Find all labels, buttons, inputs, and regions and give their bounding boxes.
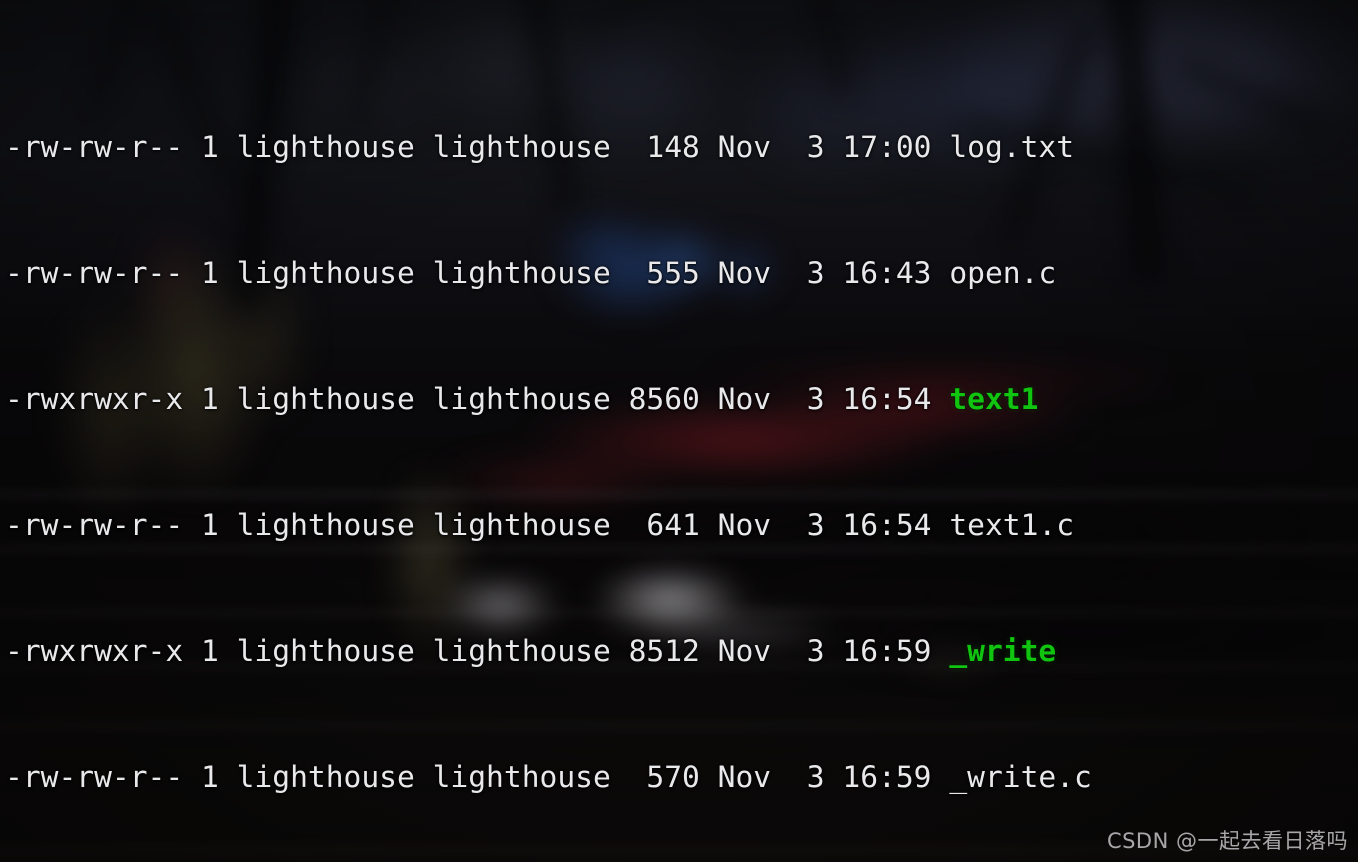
terminal-output-area[interactable]: -rw-rw-r-- 1 lighthouse lighthouse 148 N…	[0, 0, 1358, 862]
ls-row-meta: -rwxrwxr-x 1 lighthouse lighthouse 8560 …	[5, 382, 950, 416]
ls-row: -rw-rw-r-- 1 lighthouse lighthouse 570 N…	[5, 756, 1358, 798]
ls-row: -rwxrwxr-x 1 lighthouse lighthouse 8512 …	[5, 630, 1358, 672]
ls-row-meta: -rw-rw-r-- 1 lighthouse lighthouse 555 N…	[5, 256, 950, 290]
csdn-watermark: CSDN @一起去看日落吗	[1106, 829, 1348, 853]
ls-row-meta: -rw-rw-r-- 1 lighthouse lighthouse 148 N…	[5, 130, 950, 164]
ls-row: -rw-rw-r-- 1 lighthouse lighthouse 641 N…	[5, 504, 1358, 546]
ls-row-meta: -rw-rw-r-- 1 lighthouse lighthouse 641 N…	[5, 508, 950, 542]
ls-row-filename-executable: text1	[949, 382, 1039, 416]
ls-row: -rw-rw-r-- 1 lighthouse lighthouse 555 N…	[5, 252, 1358, 294]
ls-row-meta: -rwxrwxr-x 1 lighthouse lighthouse 8512 …	[5, 634, 950, 668]
ls-row-filename: log.txt	[949, 130, 1075, 164]
ls-row-filename-executable: _write	[949, 634, 1057, 668]
terminal-window[interactable]: -rw-rw-r-- 1 lighthouse lighthouse 148 N…	[0, 0, 1358, 862]
ls-row: -rw-rw-r-- 1 lighthouse lighthouse 148 N…	[5, 126, 1358, 168]
ls-row: -rwxrwxr-x 1 lighthouse lighthouse 8560 …	[5, 378, 1358, 420]
ls-row-filename: _write.c	[949, 760, 1092, 794]
ls-row-filename: text1.c	[949, 508, 1075, 542]
ls-row-meta: -rw-rw-r-- 1 lighthouse lighthouse 570 N…	[5, 760, 950, 794]
ls-row-filename: open.c	[949, 256, 1057, 290]
